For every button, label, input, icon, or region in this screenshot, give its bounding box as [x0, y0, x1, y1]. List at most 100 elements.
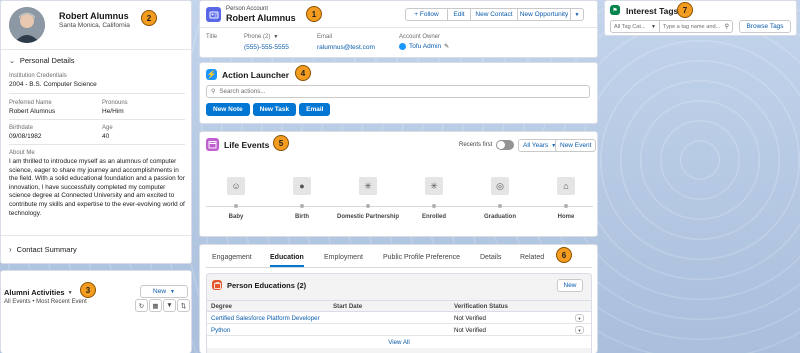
phone-field-label[interactable]: Phone (2) ▼	[244, 34, 278, 40]
activities-title-row[interactable]: Alumni Activities ▼	[4, 288, 73, 297]
caret-down-icon: ▼	[170, 288, 175, 295]
life-event-item[interactable]: ◎ Graduation	[470, 177, 530, 227]
tab-related[interactable]: Related	[520, 254, 544, 267]
timeline-dot	[564, 204, 568, 208]
profile-location: Santa Monica, California	[59, 22, 130, 29]
refresh-icon[interactable]: ↻	[135, 299, 148, 312]
launcher-search[interactable]: ⚲ Search actions...	[206, 85, 590, 98]
section-title-personal: Personal Details	[19, 56, 75, 65]
field-credentials: Institution Credentials 2004 - B.S. Comp…	[9, 73, 97, 88]
action-launcher-card: ⚡ Action Launcher ⚲ Search actions... Ne…	[199, 62, 598, 124]
contact-summary-toggle[interactable]: › Contact Summary	[9, 245, 77, 254]
browse-tags-button[interactable]: Browse Tags	[739, 20, 791, 33]
education-table: Degree Start Date Verification Status Ce…	[207, 300, 591, 348]
new-event-button[interactable]: New Event	[555, 139, 597, 152]
timeline-dot	[498, 204, 502, 208]
launcher-buttons: New Note New Task Email	[206, 103, 331, 116]
table-row: Python Not Verified ▼	[207, 324, 591, 336]
annotation-badge: 7	[677, 2, 693, 18]
filter-icon[interactable]: ▼	[163, 299, 176, 312]
degree-link[interactable]: Certified Salesforce Platform Developer	[211, 315, 320, 322]
chevron-down-icon: ⌄	[9, 57, 15, 65]
table-row: Certified Salesforce Platform Developer …	[207, 312, 591, 324]
field-value: 40	[102, 133, 110, 140]
owner-field-label: Account Owner	[399, 34, 441, 40]
chevron-right-icon: ›	[9, 245, 12, 254]
field-label: Institution Credentials	[9, 73, 67, 79]
owner-link[interactable]: Tofu Admin	[409, 43, 441, 50]
field-preferred-name: Preferred Name Robert Alumnus	[9, 100, 55, 115]
row-actions-button[interactable]: ▼	[575, 314, 584, 322]
tab-public-profile-preference[interactable]: Public Profile Preference	[383, 254, 460, 267]
email-link[interactable]: ralumnus@test.com	[317, 44, 375, 51]
header-actions: + Follow Edit New Contact New Opportunit…	[405, 8, 584, 21]
field-label: Age	[102, 125, 113, 131]
tag-icon: ⚑	[610, 5, 620, 15]
change-owner-icon[interactable]: ✎	[444, 43, 449, 50]
field-label: Pronouns	[102, 100, 128, 106]
view-all-link[interactable]: View All	[388, 339, 410, 346]
recents-first-toggle[interactable]	[496, 140, 514, 150]
activities-subtitle: All Events • Most Recent Event	[4, 299, 87, 305]
new-note-button[interactable]: New Note	[206, 103, 250, 116]
table-icon[interactable]: ▦	[149, 299, 162, 312]
education-new-button[interactable]: New	[557, 279, 583, 292]
more-actions-button[interactable]: ▼	[571, 8, 584, 21]
field-birthdate: Birthdate 09/08/1982	[9, 125, 42, 140]
profile-name: Robert Alumnus	[59, 11, 129, 21]
email-field-label: Email	[317, 34, 333, 40]
caret-down-icon: ▼	[574, 11, 580, 18]
annotation-badge: 5	[273, 135, 289, 151]
person-account-icon	[206, 7, 221, 22]
object-label: Person Account	[226, 6, 269, 12]
smiley-icon: ☺	[227, 177, 245, 195]
field-value: 09/08/1982	[9, 133, 42, 140]
life-events-card: Life Events Recents first All Years ▼ Ne…	[199, 131, 598, 237]
divider	[1, 235, 191, 236]
education-title: Person Educations (2)	[227, 281, 307, 290]
caret-down-icon: ▼	[67, 289, 73, 296]
tab-engagement[interactable]: Engagement	[212, 254, 252, 267]
activities-new-button[interactable]: New ▼	[140, 285, 188, 298]
calendar-icon	[206, 138, 219, 151]
divider	[200, 27, 597, 28]
row-actions-button[interactable]: ▼	[575, 326, 584, 334]
degree-link[interactable]: Python	[211, 327, 230, 334]
life-event-item[interactable]: ✳ Enrolled	[404, 177, 464, 227]
new-task-button[interactable]: New Task	[252, 103, 297, 116]
tag-search-input[interactable]: Type a tag name and... ⚲	[659, 20, 733, 33]
column-header-status: Verification Status	[454, 303, 508, 310]
life-event-item[interactable]: ⌂ Home	[536, 177, 596, 227]
section-title-contact: Contact Summary	[16, 245, 77, 254]
interest-tags-card: ⚑ Interest Tags All Tag Cat... ▼ Type a …	[604, 0, 797, 36]
sort-icon[interactable]: ⇅	[177, 299, 190, 312]
table-header: Degree Start Date Verification Status	[207, 300, 591, 312]
annotation-badge: 4	[295, 65, 311, 81]
life-events-timeline: ☺ Baby ● Birth ✳ Domestic Partnership ✳ Enrolle…	[200, 177, 597, 227]
life-event-item[interactable]: ● Birth	[272, 177, 332, 227]
email-button[interactable]: Email	[299, 103, 331, 116]
view-all-row: View All	[207, 336, 591, 348]
column-header-start-date: Start Date	[333, 303, 363, 310]
tab-details[interactable]: Details	[480, 254, 501, 267]
new-contact-button[interactable]: New Contact	[471, 8, 518, 21]
personal-details-toggle[interactable]: ⌄ Personal Details	[9, 56, 74, 65]
tag-category-select[interactable]: All Tag Cat... ▼	[610, 20, 660, 33]
caret-down-icon: ▼	[651, 23, 656, 30]
launcher-search-input: Search actions...	[219, 88, 266, 95]
record-header-card: Person Account Robert Alumnus + Follow E…	[199, 0, 598, 58]
timeline-dot	[432, 204, 436, 208]
phone-link[interactable]: (555)-555-5555	[244, 44, 289, 51]
life-event-item[interactable]: ☺ Baby	[206, 177, 266, 227]
tab-employment[interactable]: Employment	[324, 254, 363, 267]
button-label: All Years	[523, 142, 549, 149]
life-event-item[interactable]: ✳ Domestic Partnership	[337, 177, 399, 227]
status-cell: Not Verified	[454, 315, 486, 322]
tab-education[interactable]: Education	[270, 254, 304, 267]
new-opportunity-button[interactable]: New Opportunity	[518, 8, 571, 21]
edit-button[interactable]: Edit	[448, 8, 471, 21]
follow-button[interactable]: + Follow	[405, 8, 448, 21]
tabs-card: Engagement Education Employment Public Prof…	[199, 244, 598, 353]
record-name: Robert Alumnus	[226, 13, 296, 23]
divider	[9, 119, 185, 120]
